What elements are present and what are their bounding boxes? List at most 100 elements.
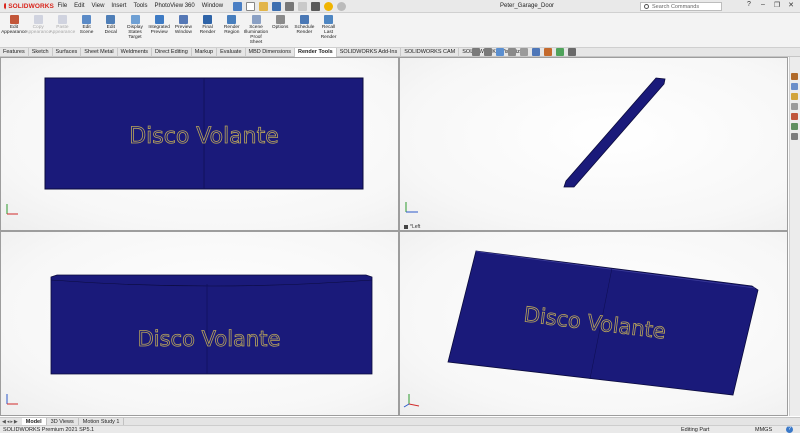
graphics-area[interactable]: Disco Volante *Left Disco Volante Disco … xyxy=(0,57,800,416)
tab-render-tools[interactable]: Render Tools xyxy=(295,47,337,57)
axis-triad-top xyxy=(3,392,25,408)
options-button[interactable]: Options xyxy=(269,15,291,30)
tab-markup[interactable]: Markup xyxy=(192,47,218,57)
search-icon xyxy=(644,4,649,9)
forum-icon[interactable] xyxy=(791,133,798,140)
viewport-left[interactable]: *Left xyxy=(399,57,788,231)
scene-illumination-button[interactable]: Scene Illumination Proof Sheet xyxy=(243,15,269,45)
ribbon-button-label: Options xyxy=(271,25,289,30)
view-label-icon xyxy=(404,225,408,229)
zoom-fit-icon[interactable] xyxy=(472,48,480,56)
tab-surfaces[interactable]: Surfaces xyxy=(53,47,82,57)
status-units[interactable]: MMGS xyxy=(755,427,772,433)
ribbon-button-label: Edit Appearance xyxy=(1,25,27,35)
tab-weldments[interactable]: Weldments xyxy=(118,47,153,57)
last-tab-icon[interactable]: ▶ xyxy=(14,419,18,425)
tab-features[interactable]: Features xyxy=(0,47,29,57)
next-tab-icon[interactable]: ▸ xyxy=(10,419,13,425)
zoom-area-icon[interactable] xyxy=(484,48,492,56)
minimize-button[interactable]: – xyxy=(756,1,770,9)
file-explorer-icon[interactable] xyxy=(791,93,798,100)
menu-view[interactable]: View xyxy=(88,3,108,9)
new-document-icon[interactable] xyxy=(245,1,255,11)
ribbon-button-label: Copy Appearance xyxy=(25,25,52,35)
previous-view-icon[interactable] xyxy=(496,48,504,56)
integrated-preview-button[interactable]: Integrated Preview xyxy=(148,15,170,35)
recall-last-render-icon xyxy=(324,15,334,24)
section-view-icon[interactable] xyxy=(508,48,516,56)
options-icon xyxy=(275,15,285,24)
search-commands[interactable]: Search Commands xyxy=(640,2,722,11)
help-button[interactable]: ? xyxy=(742,1,756,9)
solidworks-window: SOLIDWORKS File Edit View Insert Tools PhotoV… xyxy=(0,0,800,433)
viewport-front[interactable]: Disco Volante xyxy=(0,57,399,231)
edit-decal-button[interactable]: Edit Decal xyxy=(100,15,122,35)
view-settings-icon[interactable] xyxy=(568,48,576,56)
edit-decal-icon xyxy=(106,15,116,24)
traffic-light-icon[interactable] xyxy=(323,1,333,11)
menu-insert[interactable]: Insert xyxy=(108,3,130,9)
tab-mbd-dimensions[interactable]: MBD Dimensions xyxy=(246,47,295,57)
paste-appearance-icon xyxy=(57,15,67,24)
edit-appearance-icon xyxy=(9,15,19,24)
view-palette-icon[interactable] xyxy=(791,103,798,110)
model-tabs: ◀ ◂ ▸ ▶ Model 3D Views Motion Study 1 xyxy=(0,417,800,426)
ribbon-button-label: Schedule Render xyxy=(294,25,315,35)
display-style-icon[interactable] xyxy=(532,48,540,56)
prev-tab-icon[interactable]: ◂ xyxy=(7,419,10,425)
tab-scroll-arrows: ◀ ◂ ▸ ▶ xyxy=(2,419,19,425)
tab-solidworks-cam[interactable]: SOLIDWORKS CAM xyxy=(401,47,460,57)
apply-scene-icon[interactable] xyxy=(556,48,564,56)
custom-properties-icon[interactable] xyxy=(791,123,798,130)
menu-tools[interactable]: Tools xyxy=(130,3,151,9)
display-states-button[interactable]: Display States Target xyxy=(124,15,146,40)
preview-window-button[interactable]: Preview Window xyxy=(172,15,194,35)
design-library-icon[interactable] xyxy=(791,83,798,90)
options-gear-icon[interactable] xyxy=(336,1,346,11)
render-region-button[interactable]: Render Region xyxy=(221,15,243,35)
save-icon[interactable] xyxy=(271,1,281,11)
edit-appearance-view-icon[interactable] xyxy=(544,48,552,56)
close-button[interactable]: ✕ xyxy=(784,1,798,9)
tab-solidworks-add-ins[interactable]: SOLIDWORKS Add-Ins xyxy=(337,47,402,57)
menu-file[interactable]: File xyxy=(54,3,71,9)
tab-sheet-metal[interactable]: Sheet Metal xyxy=(81,47,118,57)
appearances-icon[interactable] xyxy=(791,113,798,120)
first-tab-icon[interactable]: ◀ xyxy=(2,419,6,425)
task-pane xyxy=(789,57,800,416)
ribbon-button-label: Scene Illumination Proof Sheet xyxy=(243,25,269,45)
help-icon[interactable]: ? xyxy=(786,426,793,433)
home-icon[interactable] xyxy=(232,1,242,11)
edit-appearance-button[interactable]: Edit Appearance xyxy=(1,15,27,35)
paste-appearance-button[interactable]: Paste Appearance xyxy=(49,15,75,35)
final-render-icon xyxy=(203,15,213,24)
solidworks-resources-icon[interactable] xyxy=(791,73,798,80)
menu-photoview-360[interactable]: PhotoView 360 xyxy=(151,3,198,9)
menu-edit[interactable]: Edit xyxy=(71,3,88,9)
window-controls: ? – ❐ ✕ xyxy=(742,1,798,9)
viewport-top[interactable]: Disco Volante xyxy=(0,231,399,416)
tab-sketch[interactable]: Sketch xyxy=(29,47,53,57)
restore-button[interactable]: ❐ xyxy=(770,1,784,9)
print-icon[interactable] xyxy=(284,1,294,11)
schedule-render-icon xyxy=(299,15,309,24)
copy-appearance-button[interactable]: Copy Appearance xyxy=(25,15,52,35)
open-folder-icon[interactable] xyxy=(258,1,268,11)
recall-last-render-button[interactable]: Recall Last Render xyxy=(318,15,340,40)
viewport-isometric[interactable]: Disco Volante xyxy=(399,231,788,416)
scene-illumination-icon xyxy=(251,15,261,24)
schedule-render-button[interactable]: Schedule Render xyxy=(293,15,315,35)
view-orientation-icon[interactable] xyxy=(520,48,528,56)
final-render-button[interactable]: Final Render xyxy=(197,15,219,35)
display-states-icon xyxy=(130,15,140,24)
edit-scene-button[interactable]: Edit Scene xyxy=(76,15,98,35)
tab-evaluate[interactable]: Evaluate xyxy=(217,47,246,57)
tab-direct-editing[interactable]: Direct Editing xyxy=(152,47,192,57)
solidworks-logo[interactable]: SOLIDWORKS xyxy=(0,2,54,10)
ribbon-button-label: Edit Scene xyxy=(79,25,94,35)
menu-window[interactable]: Window xyxy=(198,3,226,9)
heads-up-view-toolbar xyxy=(470,48,578,56)
decal-text-front: Disco Volante xyxy=(129,124,279,149)
select-arrow-icon[interactable] xyxy=(310,1,320,11)
undo-icon[interactable] xyxy=(297,1,307,11)
